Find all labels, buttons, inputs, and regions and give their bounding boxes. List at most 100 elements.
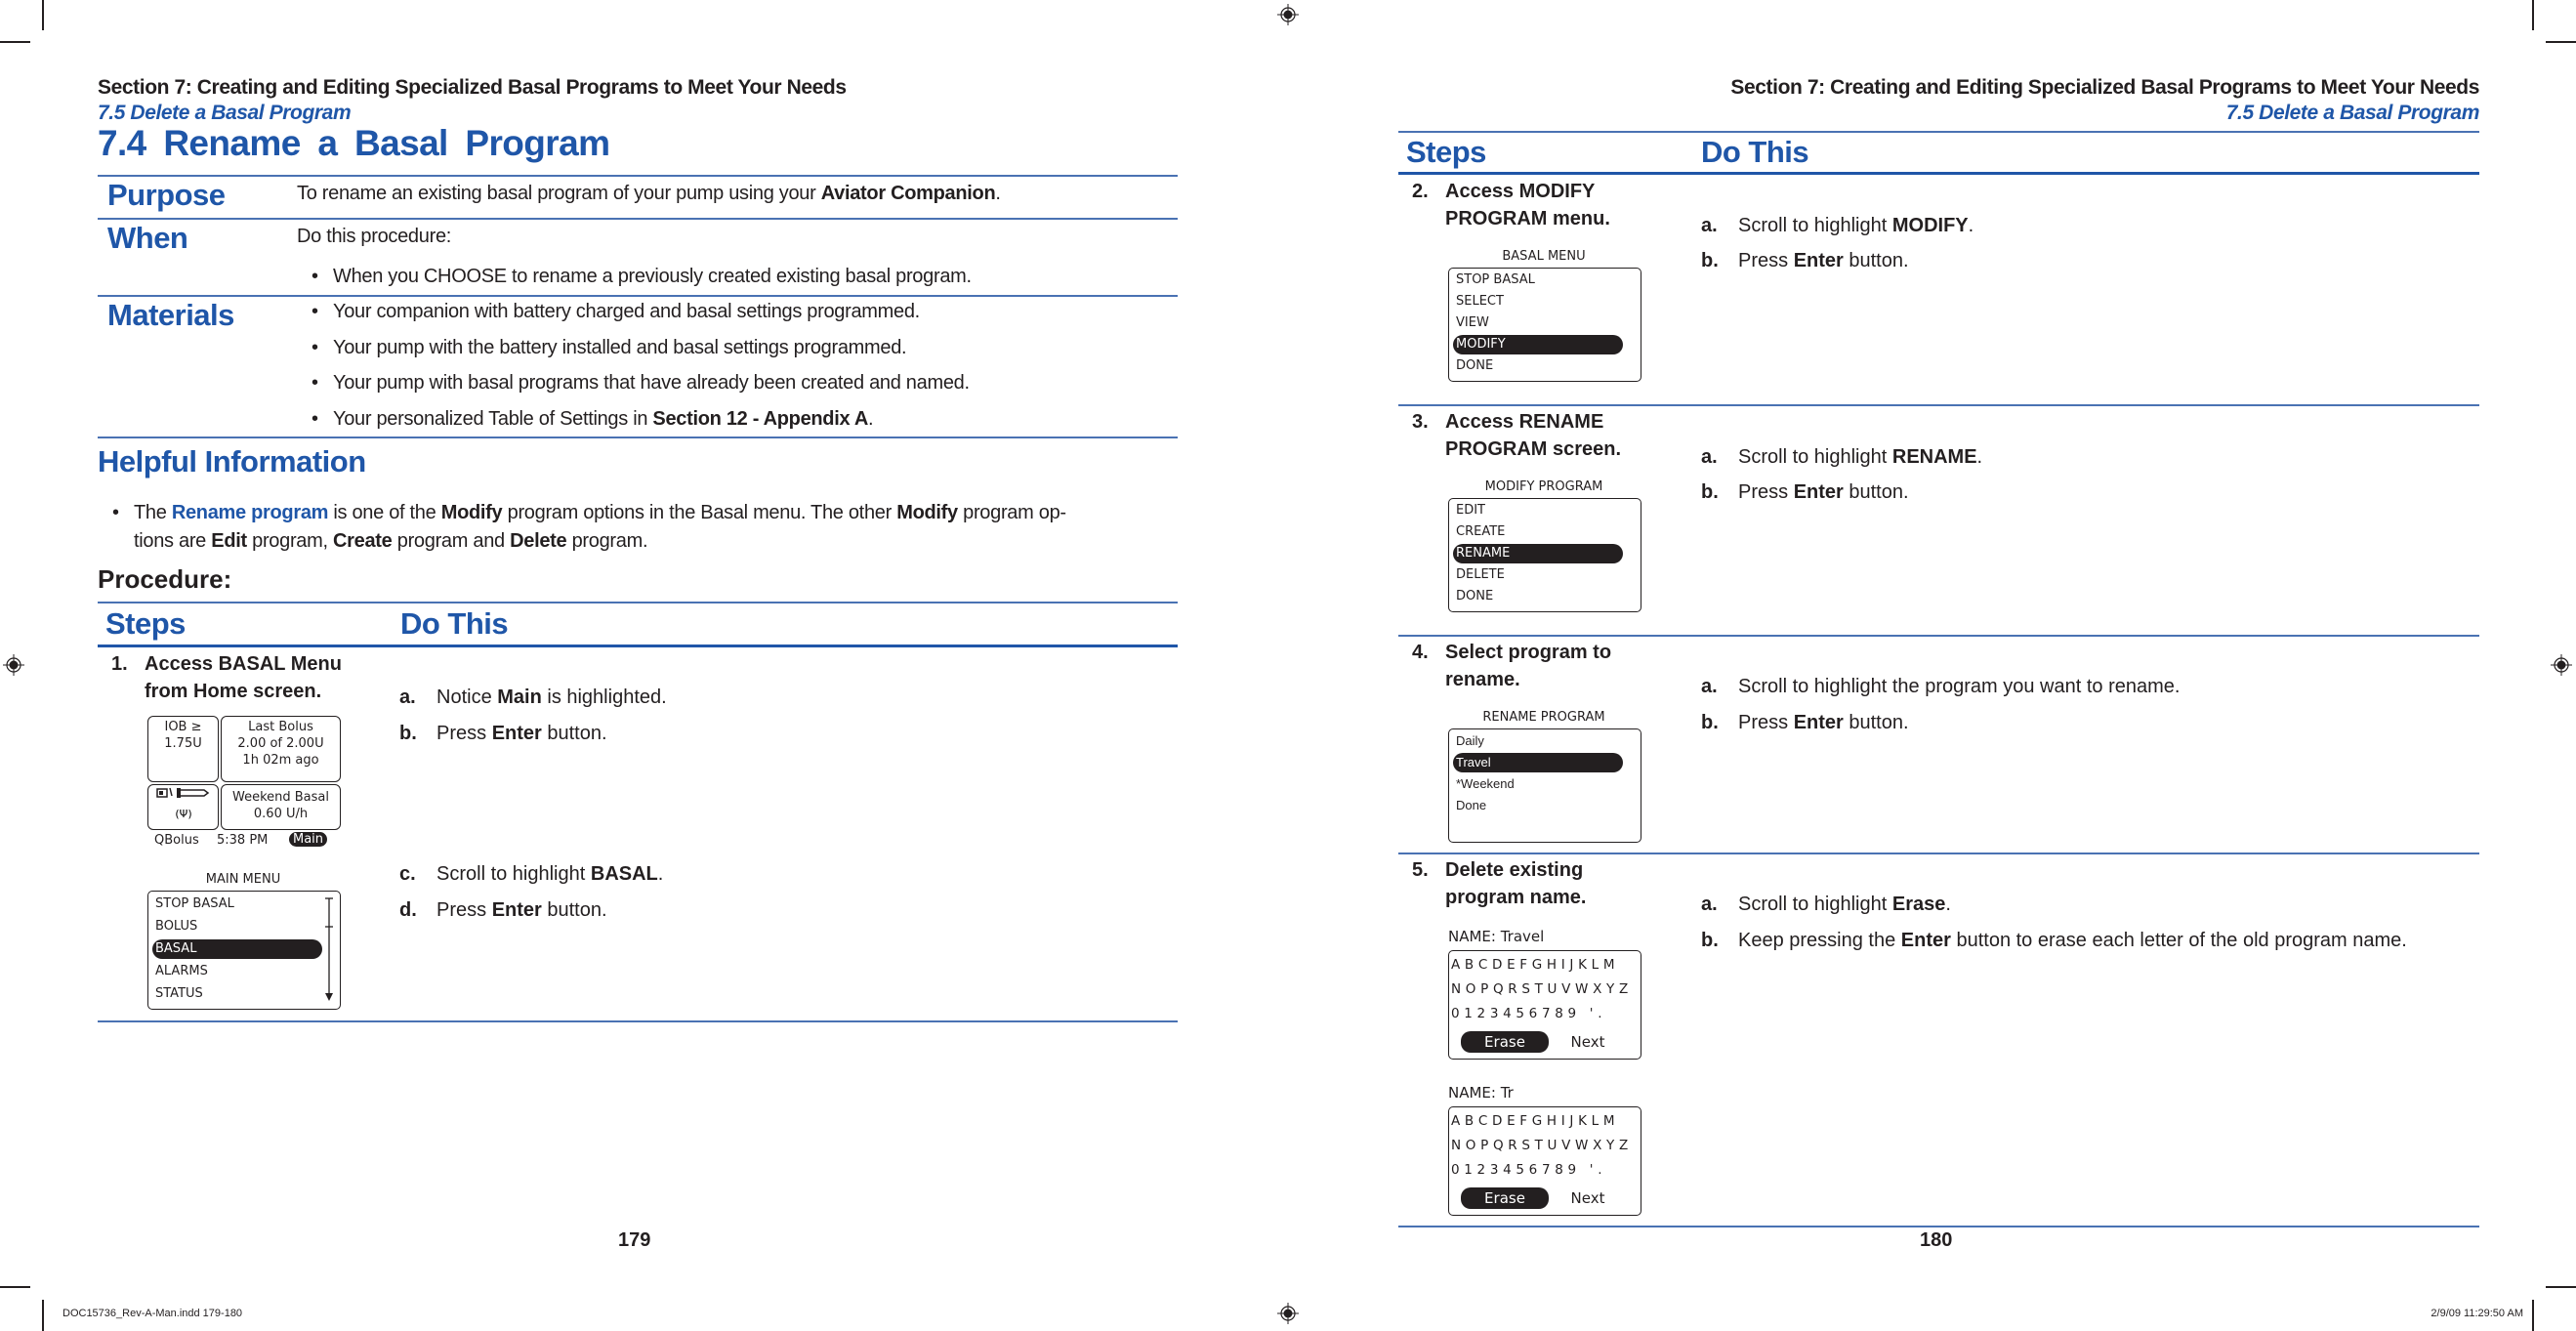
battery-signal-icon: (Ψ): [155, 787, 209, 820]
action-item: b. Press Enter button.: [1701, 250, 1909, 271]
materials-bullet: Your personalized Table of Settings in S…: [312, 408, 874, 431]
keyboard-row: A B C D E F G H I J K L M: [1451, 957, 1615, 973]
running-subhead: 7.5 Delete a Basal Program: [98, 102, 352, 124]
when-label: When: [107, 221, 188, 255]
action-item: b. Press Enter button.: [1701, 712, 1909, 733]
divider: [98, 437, 1178, 438]
main-softkey: Main: [289, 832, 328, 847]
page-number: 179: [618, 1229, 651, 1251]
action-item: c. Scroll to highlight BASAL.: [399, 863, 664, 885]
registration-mark-icon: [3, 654, 24, 676]
action-item: d. Press Enter button.: [399, 899, 607, 921]
screen-title: BASAL MENU: [1502, 249, 1586, 264]
status-icons-box: (Ψ): [147, 784, 219, 830]
helpful-heading: Helpful Information: [98, 444, 366, 478]
keyboard-row: A B C D E F G H I J K L M: [1451, 1113, 1615, 1129]
crop-mark: [2532, 1300, 2534, 1331]
menu-item-selected: BASAL: [152, 939, 322, 959]
when-bullet: When you CHOOSE to rename a previously c…: [312, 266, 972, 288]
step-title: 4. Select program to rename.: [1412, 642, 1612, 690]
slug-filename: DOC15736_Rev-A-Man.indd 179-180: [62, 1308, 243, 1319]
modify-program-screen: EDIT CREATE RENAME DELETE DONE: [1448, 498, 1641, 612]
crop-mark: [2546, 1286, 2576, 1288]
page-number: 180: [1920, 1229, 1953, 1251]
keyboard-row: N O P Q R S T U V W X Y Z: [1451, 1138, 1629, 1153]
action-item: a. Scroll to highlight RENAME.: [1701, 446, 1983, 468]
rename-program-screen: Daily Travel *Weekend Done: [1448, 728, 1641, 843]
name-keyboard-screen: A B C D E F G H I J K L M N O P Q R S T …: [1448, 950, 1641, 1060]
menu-item: ALARMS: [155, 964, 208, 978]
keyboard-row: N O P Q R S T U V W X Y Z: [1451, 981, 1629, 997]
divider: [98, 295, 1178, 297]
do-this-header: Do This: [1701, 135, 1809, 169]
next-button: Next: [1570, 1189, 1605, 1207]
materials-bullet: Your companion with battery charged and …: [312, 301, 920, 323]
crop-mark: [0, 41, 30, 43]
running-head: Section 7: Creating and Editing Speciali…: [1730, 76, 2479, 99]
do-this-header: Do This: [400, 606, 509, 641]
svg-text:(Ψ): (Ψ): [175, 808, 191, 820]
menu-item: Daily: [1456, 733, 1484, 748]
crop-mark: [0, 1286, 30, 1288]
running-subhead: 7.5 Delete a Basal Program: [2225, 102, 2480, 124]
iob-box: IOB ≥ 1.75U: [147, 716, 219, 782]
steps-header: Steps: [1406, 135, 1486, 169]
menu-item-selected: Travel: [1453, 753, 1623, 772]
screen-title: RENAME PROGRAM: [1482, 710, 1605, 725]
menu-item: EDIT: [1456, 503, 1485, 518]
page-title: 7.4 Rename a Basal Program: [98, 123, 610, 163]
menu-item: BOLUS: [155, 919, 198, 934]
next-button: Next: [1570, 1033, 1605, 1051]
crop-mark: [2546, 41, 2576, 43]
materials-bullet: Your pump with the battery installed and…: [312, 337, 907, 359]
divider: [1398, 853, 2479, 854]
crop-mark: [2532, 0, 2534, 30]
erase-button: Erase: [1461, 1031, 1549, 1053]
menu-item-selected: MODIFY: [1453, 335, 1623, 354]
divider: [98, 602, 1178, 603]
divider: [1398, 635, 2479, 637]
scrollbar-icon: [325, 897, 333, 1001]
menu-item: DELETE: [1456, 567, 1505, 582]
step-title: 2. Access MODIFY PROGRAM menu.: [1412, 181, 1610, 229]
name-label: NAME: Tr: [1448, 1084, 1514, 1102]
name-keyboard-screen: A B C D E F G H I J K L M N O P Q R S T …: [1448, 1106, 1641, 1216]
menu-item: Done: [1456, 798, 1487, 812]
menu-item: SELECT: [1456, 294, 1504, 309]
qbolus-softkey: QBolus: [154, 833, 199, 848]
crop-mark: [42, 0, 44, 30]
divider: [1398, 172, 2479, 175]
action-item: b. Keep pressing the Enter button to eras…: [1701, 930, 2407, 951]
registration-mark-icon: [2551, 654, 2572, 676]
action-item: a. Scroll to highlight MODIFY.: [1701, 215, 1974, 236]
last-bolus-box: Last Bolus 2.00 of 2.00U 1h 02m ago: [221, 716, 341, 782]
materials-bullet: Your pump with basal programs that have …: [312, 372, 970, 395]
slug-timestamp: 2/9/09 11:29:50 AM: [2431, 1308, 2523, 1319]
step-title: 5. Delete existing program name.: [1412, 859, 1587, 908]
divider: [98, 218, 1178, 220]
divider: [1398, 404, 2479, 406]
main-menu-screen: STOP BASAL BOLUS BASAL ALARMS STATUS: [147, 891, 341, 1010]
erase-button: Erase: [1461, 1187, 1549, 1209]
screen-title: MAIN MENU: [205, 872, 281, 887]
purpose-label: Purpose: [107, 178, 226, 212]
purpose-text: To rename an existing basal program of y…: [297, 183, 1001, 204]
helpful-text: • The Rename program is one of the Modif…: [112, 502, 1066, 552]
basal-menu-screen: STOP BASAL SELECT VIEW MODIFY DONE: [1448, 268, 1641, 382]
menu-item: STATUS: [155, 986, 203, 1001]
action-item: a. Scroll to highlight the program you wa…: [1701, 676, 2181, 697]
divider: [98, 1020, 1178, 1022]
step-title: 1. Access BASAL Menu from Home screen.: [111, 653, 342, 702]
divider: [98, 645, 1178, 647]
basal-box: Weekend Basal 0.60 U/h: [221, 784, 341, 830]
step-title: 3. Access RENAME PROGRAM screen.: [1412, 411, 1622, 460]
keyboard-row: 0 1 2 3 4 5 6 7 8 9 ' .: [1451, 1006, 1602, 1021]
name-label: NAME: Travel: [1448, 928, 1545, 945]
action-item: b. Press Enter button.: [1701, 481, 1909, 503]
procedure-label: Procedure:: [98, 564, 232, 594]
menu-item: STOP BASAL: [1456, 272, 1535, 287]
when-intro: Do this procedure:: [297, 226, 452, 247]
menu-item: DONE: [1456, 358, 1494, 373]
action-item: b. Press Enter button.: [399, 723, 607, 744]
divider: [1398, 131, 2479, 133]
